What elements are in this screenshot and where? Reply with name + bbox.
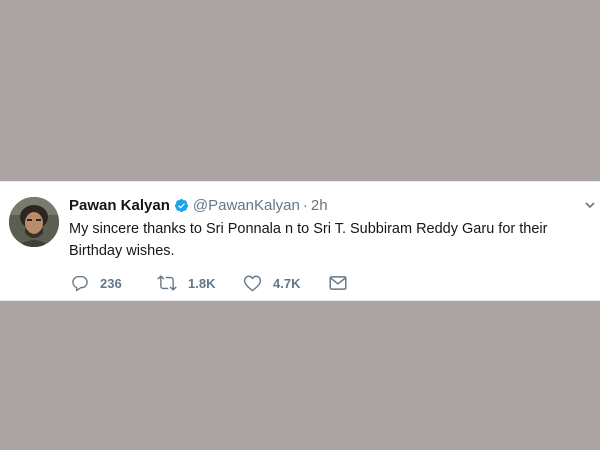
handle[interactable]: @PawanKalyan (193, 197, 300, 214)
tweet-content: Pawan Kalyan @PawanKalyan · 2h My sincer… (69, 194, 584, 262)
like-button[interactable]: 4.7K (243, 274, 329, 292)
chevron-down-icon[interactable] (584, 198, 596, 210)
display-name[interactable]: Pawan Kalyan (69, 197, 170, 214)
verified-badge-icon (174, 198, 189, 213)
tweet-text: My sincere thanks to Sri Ponnala n to Sr… (69, 221, 548, 259)
reply-icon (71, 274, 89, 292)
reply-button[interactable]: 236 (71, 274, 157, 292)
tweet-header: Pawan Kalyan @PawanKalyan · 2h (69, 194, 584, 216)
page: Pawan Kalyan @PawanKalyan · 2h My sincer… (0, 0, 600, 450)
avatar[interactable] (9, 197, 59, 247)
separator-dot: · (302, 196, 308, 214)
tweet-actions: 236 1.8K 4.7K (71, 272, 347, 294)
heart-icon (243, 274, 262, 292)
retweet-count: 1.8K (188, 275, 216, 291)
retweet-button[interactable]: 1.8K (157, 274, 243, 292)
like-count: 4.7K (273, 275, 301, 291)
timestamp[interactable]: 2h (311, 197, 328, 214)
tweet-card[interactable]: Pawan Kalyan @PawanKalyan · 2h My sincer… (0, 181, 600, 301)
direct-message-button[interactable] (329, 275, 347, 291)
envelope-icon (329, 275, 347, 291)
reply-count: 236 (100, 275, 122, 291)
retweet-icon (157, 274, 177, 292)
